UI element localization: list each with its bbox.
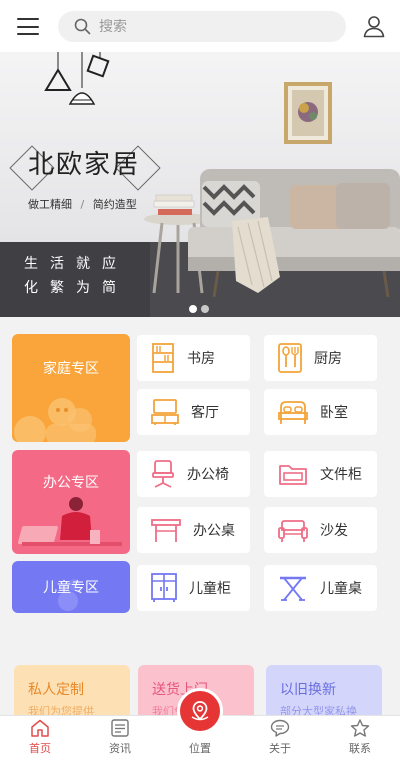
menu-icon[interactable] xyxy=(17,18,39,35)
category-bedroom-label: 卧室 xyxy=(320,405,348,421)
kids-zone-label: 儿童专区 xyxy=(43,580,99,596)
news-icon xyxy=(111,719,129,737)
category-bedroom[interactable]: 卧室 xyxy=(264,389,377,435)
category-sofa-label: 沙发 xyxy=(320,523,348,539)
category-office-desk-label: 办公桌 xyxy=(193,523,235,539)
banner-subtitle: 做工精细 / 简约造型 xyxy=(28,196,137,212)
user-icon[interactable] xyxy=(362,14,386,38)
top-header xyxy=(0,0,400,52)
kitchen-utensils-icon xyxy=(278,343,302,373)
category-kids-desk-label: 儿童桌 xyxy=(320,581,362,597)
search-bar[interactable] xyxy=(58,11,346,42)
service-tradein-title: 以旧换新 xyxy=(280,682,336,698)
location-pin-icon xyxy=(191,701,209,721)
tab-news[interactable]: 资讯 xyxy=(90,719,150,756)
chat-bubble-icon xyxy=(270,719,290,737)
kids-desk-icon xyxy=(280,576,306,601)
category-kids-cabinet-label: 儿童柜 xyxy=(189,581,231,597)
app-page: 北欧家居 做工精细 / 简约造型 生活就应化繁为简 xyxy=(0,0,400,760)
kids-zone-card[interactable]: 儿童专区 xyxy=(12,561,130,613)
category-sofa[interactable]: 沙发 xyxy=(264,507,377,553)
tab-contact[interactable]: 联系 xyxy=(330,719,390,756)
bed-icon xyxy=(278,401,308,424)
home-icon xyxy=(31,719,49,737)
tab-location[interactable] xyxy=(177,688,223,734)
tv-cabinet-icon xyxy=(151,399,179,425)
banner-title: 北欧家居 xyxy=(28,150,141,180)
tab-home-label: 首页 xyxy=(29,742,51,755)
search-icon xyxy=(74,18,91,35)
category-office-chair-label: 办公椅 xyxy=(187,467,229,483)
tab-about-label: 关于 xyxy=(269,742,291,755)
star-icon xyxy=(350,719,370,737)
tab-location-label: 位置 xyxy=(189,742,211,755)
banner-pagination xyxy=(189,305,209,313)
banner-dot-2[interactable] xyxy=(201,305,209,313)
banner-dot-1[interactable] xyxy=(189,305,197,313)
hero-banner[interactable]: 北欧家居 做工精细 / 简约造型 生活就应化繁为简 xyxy=(0,52,400,317)
tab-home[interactable]: 首页 xyxy=(10,719,70,756)
pendant-lamp-image xyxy=(44,52,110,105)
service-custom-title: 私人定制 xyxy=(28,682,84,698)
wall-painting-image xyxy=(284,82,332,144)
service-custom-card[interactable]: 私人定制 我们为您提供 xyxy=(14,665,130,715)
category-living-label: 客厅 xyxy=(191,405,219,421)
category-file-cabinet[interactable]: 文件柜 xyxy=(264,451,377,497)
category-file-cabinet-label: 文件柜 xyxy=(320,467,362,483)
sofa-image xyxy=(144,169,400,298)
banner-subtitle-left: 做工精细 xyxy=(28,198,72,211)
family-zone-label: 家庭专区 xyxy=(43,361,99,377)
category-office-chair[interactable]: 办公椅 xyxy=(137,451,250,497)
category-study[interactable]: 书房 xyxy=(137,335,250,381)
tab-news-label: 资讯 xyxy=(109,742,131,755)
banner-subtitle-right: 简约造型 xyxy=(92,198,137,211)
banner-subtitle-sep: / xyxy=(80,198,85,211)
office-chair-icon xyxy=(152,460,174,488)
tab-about[interactable]: 关于 xyxy=(250,719,310,756)
category-kids-desk[interactable]: 儿童桌 xyxy=(264,565,377,611)
category-kids-cabinet[interactable]: 儿童柜 xyxy=(137,565,250,611)
kids-cabinet-icon xyxy=(151,573,177,602)
category-study-label: 书房 xyxy=(187,351,215,367)
office-desk-icon xyxy=(151,519,181,542)
service-tradein-card[interactable]: 以旧换新 部分大型家私换 xyxy=(266,665,382,715)
file-cabinet-icon xyxy=(279,465,307,485)
tab-contact-label: 联系 xyxy=(349,742,371,755)
family-zone-card[interactable]: 家庭专区 xyxy=(12,334,130,442)
bookshelf-icon xyxy=(152,343,174,373)
banner-slogan: 生活就应化繁为简 xyxy=(24,256,128,296)
office-zone-label: 办公专区 xyxy=(43,475,99,491)
service-custom-desc: 我们为您提供 xyxy=(28,705,94,715)
category-living[interactable]: 客厅 xyxy=(137,389,250,435)
category-kitchen[interactable]: 厨房 xyxy=(264,335,377,381)
sofa-icon xyxy=(278,520,308,542)
search-input[interactable] xyxy=(99,18,319,35)
category-office-desk[interactable]: 办公桌 xyxy=(137,507,250,553)
category-kitchen-label: 厨房 xyxy=(314,351,342,367)
service-tradein-desc: 部分大型家私换 xyxy=(280,705,357,715)
office-zone-card[interactable]: 办公专区 xyxy=(12,450,130,554)
